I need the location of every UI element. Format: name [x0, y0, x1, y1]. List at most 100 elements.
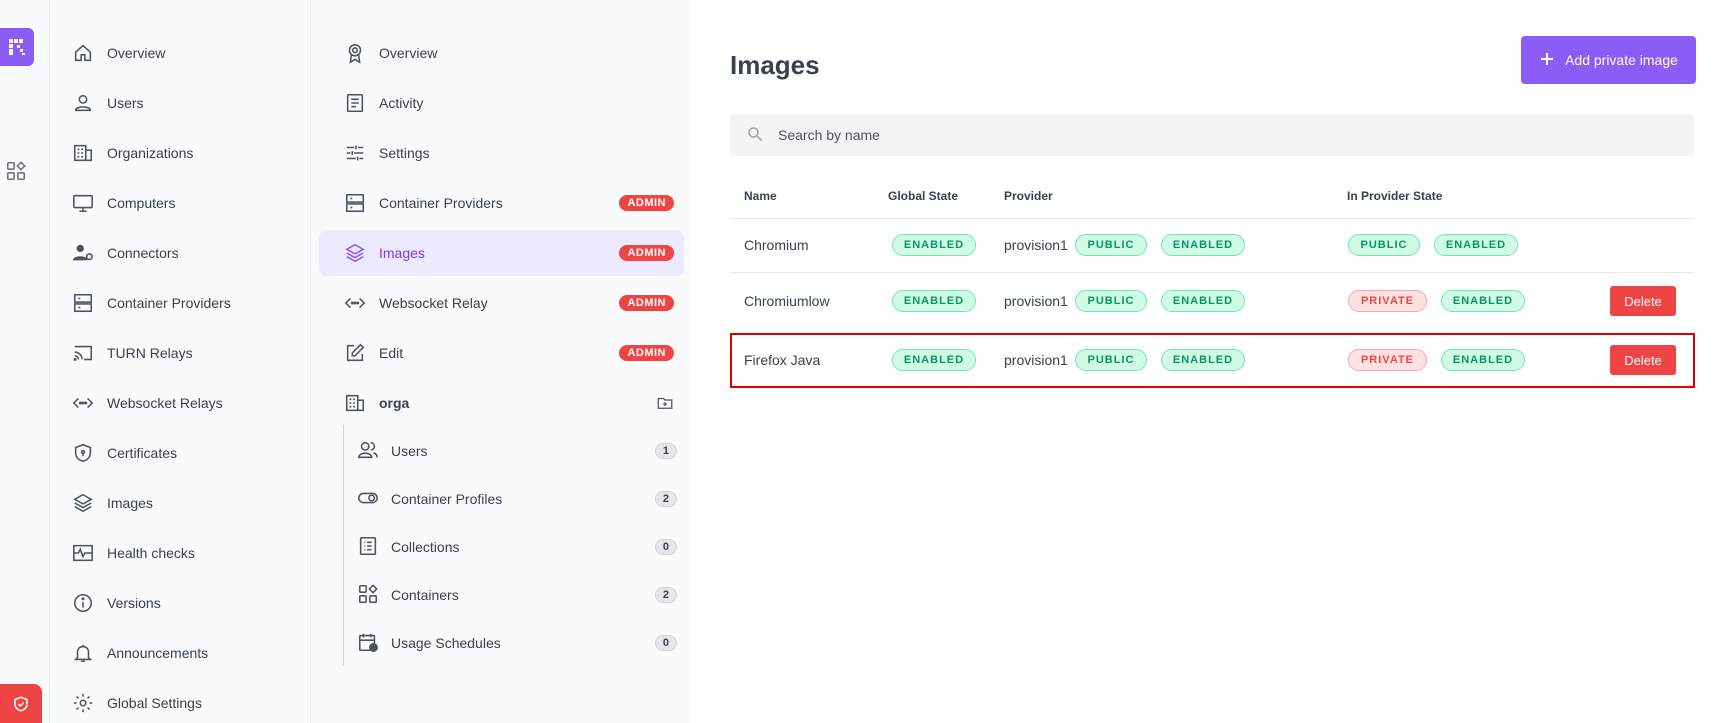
- sidebar-item-container-providers[interactable]: Container Providers: [71, 288, 231, 318]
- sidebar-item-users[interactable]: Users: [71, 88, 144, 118]
- sidebar-item-label: Announcements: [107, 645, 209, 661]
- logo-icon: [9, 39, 25, 55]
- users-icon: [357, 439, 379, 464]
- edit-icon: [343, 341, 367, 365]
- org-sub-label: Users: [391, 443, 428, 459]
- search-icon: [746, 125, 764, 146]
- org-nav-overview[interactable]: Overview: [319, 30, 684, 76]
- sidebar-item-label: Versions: [107, 595, 161, 611]
- org-sidebar: Overview Activity Settings Container Pro…: [312, 0, 691, 723]
- org-sub-label: Container Profiles: [391, 491, 503, 507]
- org-sub-usage-schedules[interactable]: Usage Schedules 0: [357, 625, 677, 661]
- apps-icon[interactable]: [5, 160, 27, 182]
- org-nav-activity[interactable]: Activity: [319, 80, 684, 126]
- sidebar-item-label: Container Providers: [107, 295, 231, 311]
- org-nav-label: Images: [379, 245, 425, 261]
- image-name: Chromium: [744, 237, 809, 253]
- calendar-clock-icon: [357, 631, 379, 656]
- admin-badge: ADMIN: [619, 195, 674, 211]
- org-nav-settings[interactable]: Settings: [319, 130, 684, 176]
- sidebar-item-label: Health checks: [107, 545, 195, 561]
- org-nav-label: Activity: [379, 95, 424, 111]
- selection-highlight: [730, 333, 1695, 388]
- sliders-icon: [343, 141, 367, 165]
- org-sub-collections[interactable]: Collections 0: [357, 529, 677, 565]
- layers-icon: [71, 491, 95, 515]
- sidebar-item-health-checks[interactable]: Health checks: [71, 538, 195, 568]
- user-gear-icon: [71, 241, 95, 265]
- add-private-image-button[interactable]: Add private image: [1521, 36, 1696, 84]
- org-nav-container-providers[interactable]: Container Providers ADMIN: [319, 180, 684, 226]
- sidebar-item-label: Images: [107, 495, 153, 511]
- column-header-global-state: Global State: [888, 189, 959, 203]
- apps-icon: [357, 583, 379, 608]
- org-nav-label: Websocket Relay: [379, 295, 488, 311]
- tree-line: [343, 425, 344, 665]
- org-nav-label: Container Providers: [379, 195, 503, 211]
- count-badge: 2: [654, 587, 677, 603]
- sidebar-item-label: Certificates: [107, 445, 178, 461]
- org-sub-users[interactable]: Users 1: [357, 433, 677, 469]
- sidebar-item-images[interactable]: Images: [71, 488, 153, 518]
- global-state-badge: ENABLED: [892, 290, 976, 312]
- sidebar-item-label: Websocket Relays: [107, 395, 223, 411]
- sidebar-item-label: Global Settings: [107, 695, 202, 711]
- image-name: Chromiumlow: [744, 293, 830, 309]
- server-icon: [343, 191, 367, 215]
- in-provider-visibility-badge: PUBLIC: [1348, 234, 1420, 256]
- plus-icon: [1539, 51, 1555, 70]
- provider-name: provision1: [1004, 237, 1068, 253]
- layers-icon: [343, 241, 367, 265]
- add-button-label: Add private image: [1565, 52, 1678, 68]
- pulse-icon: [71, 541, 95, 565]
- cast-icon: [71, 341, 95, 365]
- org-nav-images[interactable]: Images ADMIN: [319, 230, 684, 276]
- org-sub-container-profiles[interactable]: Container Profiles 2: [357, 481, 677, 517]
- search-input[interactable]: [778, 127, 1578, 143]
- in-provider-state-badge: ENABLED: [1441, 290, 1525, 312]
- org-sub-label: Collections: [391, 539, 460, 555]
- admin-sidebar: Overview Users Organizations Computers C…: [51, 0, 311, 723]
- provider-state-badge: ENABLED: [1161, 290, 1245, 312]
- org-header[interactable]: orga: [319, 380, 684, 426]
- sidebar-item-announcements[interactable]: Announcements: [71, 638, 208, 668]
- org-nav-websocket-relay[interactable]: Websocket Relay ADMIN: [319, 280, 684, 326]
- sidebar-item-label: TURN Relays: [107, 345, 193, 361]
- org-name: orga: [379, 395, 410, 411]
- org-sub-label: Usage Schedules: [391, 635, 501, 651]
- sidebar-item-label: Connectors: [107, 245, 179, 261]
- org-nav-edit[interactable]: Edit ADMIN: [319, 330, 684, 376]
- delete-button[interactable]: Delete: [1610, 286, 1676, 316]
- shield-icon: [71, 441, 95, 465]
- badge-icon: [343, 41, 367, 65]
- server-icon: [71, 291, 95, 315]
- code-arrows-icon: [71, 391, 95, 415]
- document-icon: [343, 91, 367, 115]
- admin-shield-icon[interactable]: [0, 684, 42, 723]
- search-bar: [730, 114, 1694, 156]
- org-sub-containers[interactable]: Containers 2: [357, 577, 677, 613]
- app-logo[interactable]: [0, 28, 34, 66]
- sidebar-item-overview[interactable]: Overview: [71, 38, 165, 68]
- monitor-icon: [71, 191, 95, 215]
- sidebar-item-websocket-relays[interactable]: Websocket Relays: [71, 388, 223, 418]
- sidebar-item-global-settings[interactable]: Global Settings: [71, 688, 202, 718]
- folder-add-icon[interactable]: [656, 394, 674, 415]
- org-nav-label: Settings: [379, 145, 430, 161]
- gear-icon: [71, 691, 95, 715]
- count-badge: 0: [654, 635, 677, 651]
- toggle-icon: [357, 487, 379, 512]
- list-icon: [357, 535, 379, 560]
- sidebar-item-label: Users: [107, 95, 144, 111]
- user-icon: [71, 91, 95, 115]
- sidebar-item-versions[interactable]: Versions: [71, 588, 161, 618]
- sidebar-item-organizations[interactable]: Organizations: [71, 138, 193, 168]
- sidebar-item-connectors[interactable]: Connectors: [71, 238, 179, 268]
- building-icon: [71, 141, 95, 165]
- admin-badge: ADMIN: [619, 345, 674, 361]
- provider-visibility-badge: PUBLIC: [1075, 234, 1147, 256]
- sidebar-item-certificates[interactable]: Certificates: [71, 438, 177, 468]
- sidebar-item-turn-relays[interactable]: TURN Relays: [71, 338, 193, 368]
- sidebar-item-computers[interactable]: Computers: [71, 188, 175, 218]
- app-rail: [0, 0, 50, 723]
